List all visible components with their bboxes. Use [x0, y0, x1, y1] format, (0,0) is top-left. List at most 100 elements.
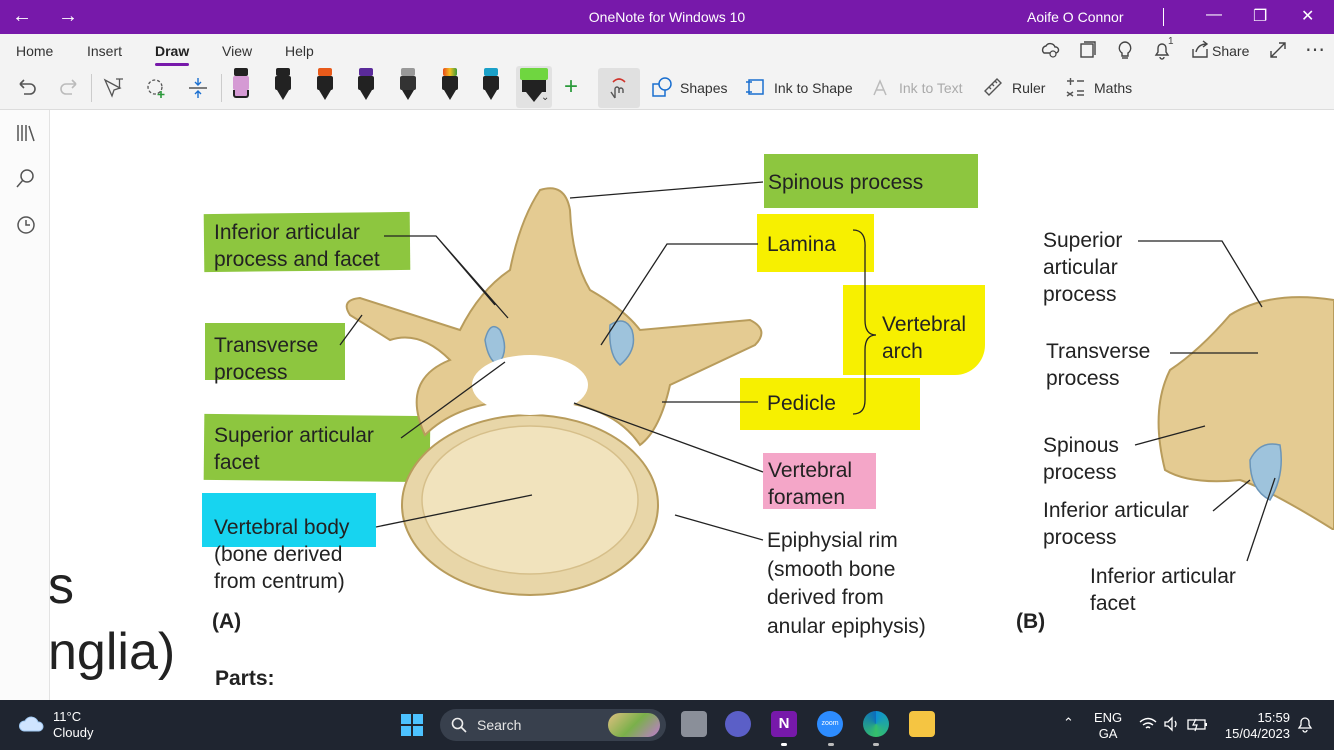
- partial-heading-text: nglia): [50, 623, 176, 681]
- weather-widget[interactable]: 11°C Cloudy: [53, 709, 93, 741]
- figure-tag-b: (B): [1016, 610, 1046, 633]
- share-button[interactable]: Share: [1212, 43, 1249, 59]
- clock[interactable]: 15:59 15/04/2023: [1224, 710, 1290, 742]
- maths-button[interactable]: Maths: [1094, 80, 1132, 96]
- ruler-button[interactable]: Ruler: [1012, 80, 1045, 96]
- label-vertebral-body: Vertebral body (bone derived from centru…: [214, 516, 350, 593]
- edge-browser-icon[interactable]: [863, 711, 889, 737]
- ink-to-text-icon[interactable]: [871, 76, 893, 98]
- label-inferior-articular-process: Inferior articular process and facet: [214, 221, 380, 271]
- onenote-icon[interactable]: N: [771, 711, 797, 737]
- recent-clock-icon[interactable]: [15, 214, 37, 236]
- ink-to-shape-icon[interactable]: [745, 76, 767, 98]
- pen-orange[interactable]: [316, 68, 334, 102]
- close-icon[interactable]: ✕: [1301, 6, 1314, 26]
- ink-to-shape-button[interactable]: Ink to Shape: [774, 80, 853, 96]
- title-bar: ← → OneNote for Windows 10 Aoife O Conno…: [0, 0, 1334, 34]
- expand-icon[interactable]: [1268, 40, 1288, 60]
- pen-teal[interactable]: [482, 68, 500, 102]
- cloud-weather-icon[interactable]: [18, 713, 46, 735]
- minimize-icon[interactable]: —: [1206, 6, 1222, 24]
- pen-rainbow[interactable]: [441, 68, 459, 102]
- lasso-select-icon[interactable]: [144, 76, 168, 100]
- more-options-icon[interactable]: ⋯: [1305, 37, 1325, 62]
- zoom-icon[interactable]: zoom: [817, 711, 843, 737]
- weather-condition: Cloudy: [53, 725, 94, 740]
- ink-to-text-button[interactable]: Ink to Text: [899, 80, 963, 96]
- type-select-icon[interactable]: [102, 76, 126, 100]
- label-vertebral-arch: Vertebral arch: [882, 313, 967, 363]
- notebooks-icon[interactable]: [1078, 40, 1098, 60]
- draw-toolbar: ⌄ + Shapes Ink to Shape Ink to Text Rule…: [0, 66, 1334, 110]
- touch-draw-button[interactable]: [598, 68, 640, 108]
- page-canvas[interactable]: Inferior articular process and facet Tra…: [50, 110, 1334, 700]
- battery-icon[interactable]: [1187, 716, 1209, 732]
- insert-space-icon[interactable]: [186, 76, 210, 100]
- label-spinous-process: Spinous process: [768, 171, 924, 194]
- label-b-spinous-process: Spinous process: [1043, 434, 1119, 484]
- notifications-icon[interactable]: [1296, 715, 1314, 733]
- label-transverse-process: Transverse process: [214, 334, 319, 384]
- ruler-icon[interactable]: [982, 76, 1004, 98]
- temperature: 11°C: [53, 709, 82, 724]
- teams-chat-icon[interactable]: [725, 711, 751, 737]
- search-placeholder: Search: [477, 717, 522, 733]
- notebooks-library-icon[interactable]: [15, 122, 37, 144]
- label-epiphysial-rim: Epiphysial rim (smooth bone derived from…: [767, 529, 926, 638]
- file-explorer-icon[interactable]: [909, 711, 935, 737]
- language-indicator[interactable]: ENG GA: [1094, 710, 1122, 742]
- clock-date: 15/04/2023: [1224, 726, 1290, 741]
- clock-time: 15:59: [1257, 710, 1290, 725]
- label-pedicle: Pedicle: [767, 392, 836, 415]
- windows-start-icon[interactable]: [400, 713, 424, 737]
- label-b-inferior-articular-process: Inferior articular process: [1043, 499, 1189, 549]
- tab-view[interactable]: View: [222, 43, 252, 59]
- pen-purple[interactable]: [357, 68, 375, 102]
- chevron-down-icon[interactable]: ⌄: [541, 92, 549, 103]
- tab-draw[interactable]: Draw: [155, 43, 189, 59]
- search-highlight-icon: [608, 713, 660, 737]
- search-icon[interactable]: [15, 168, 37, 190]
- shapes-button[interactable]: Shapes: [680, 80, 727, 96]
- language-secondary: GA: [1098, 726, 1118, 741]
- wifi-icon[interactable]: [1139, 716, 1157, 732]
- language-primary: ENG: [1094, 710, 1123, 725]
- label-b-superior-articular-process: Superior articular process: [1043, 229, 1123, 306]
- running-app-indicator: [828, 743, 834, 746]
- active-app-indicator: [781, 743, 787, 746]
- restore-icon[interactable]: ❐: [1253, 6, 1267, 26]
- running-app-indicator: [873, 743, 879, 746]
- label-vertebral-foramen: Vertebral foramen: [768, 459, 853, 509]
- tab-insert[interactable]: Insert: [87, 43, 122, 59]
- navigation-sidebar: [0, 110, 50, 700]
- maths-icon[interactable]: [1064, 76, 1086, 98]
- search-icon: [451, 717, 467, 733]
- redo-icon[interactable]: [58, 76, 80, 98]
- user-name[interactable]: Aoife O Connor: [1027, 9, 1124, 25]
- undo-icon[interactable]: [16, 76, 38, 98]
- tab-help[interactable]: Help: [285, 43, 314, 59]
- figure-tag-a: (A): [212, 610, 242, 633]
- pen-galaxy[interactable]: [399, 68, 417, 102]
- highlighter-green[interactable]: ⌄: [516, 66, 552, 108]
- taskbar-search[interactable]: Search: [440, 709, 666, 741]
- add-pen-icon[interactable]: +: [564, 73, 578, 101]
- tab-home[interactable]: Home: [16, 43, 53, 59]
- pen-pink[interactable]: [232, 68, 250, 102]
- parts-heading: Parts:: [215, 667, 275, 690]
- lightbulb-icon[interactable]: [1115, 40, 1135, 60]
- label-b-transverse-process: Transverse process: [1046, 340, 1151, 390]
- sync-cloud-icon[interactable]: [1040, 40, 1060, 60]
- chevron-up-icon[interactable]: ⌃: [1063, 715, 1074, 731]
- title-separator: [1163, 8, 1164, 26]
- share-icon[interactable]: [1190, 40, 1210, 60]
- volume-icon[interactable]: [1163, 716, 1181, 732]
- label-b-inferior-articular-facet: Inferior articular facet: [1090, 565, 1236, 615]
- touch-draw-icon: [610, 78, 626, 99]
- pen-black[interactable]: [274, 68, 292, 102]
- task-view-icon[interactable]: [681, 711, 707, 737]
- partial-heading-text: s: [50, 557, 74, 615]
- shapes-icon[interactable]: [651, 76, 673, 98]
- label-lamina: Lamina: [767, 233, 836, 256]
- window-title: OneNote for Windows 10: [588, 9, 746, 25]
